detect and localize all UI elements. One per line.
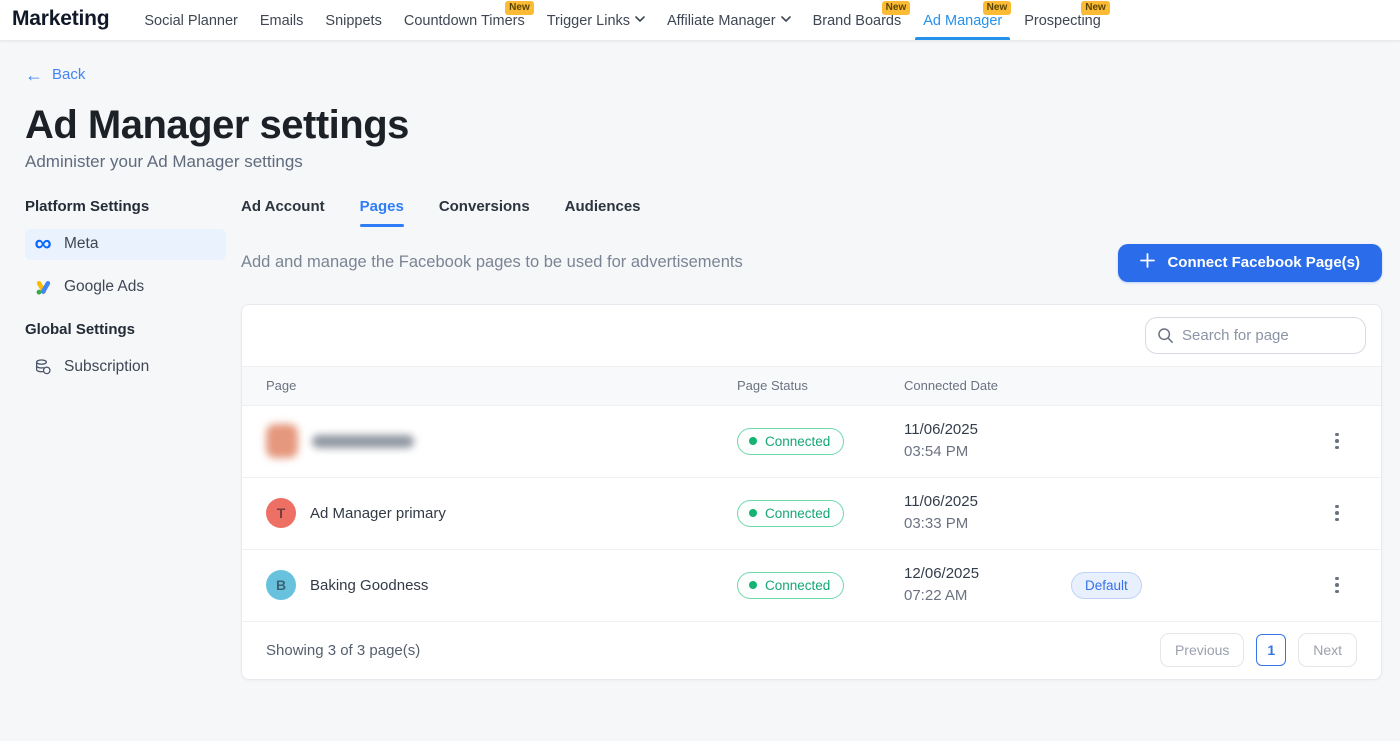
- pages-table-card: Page Page Status Connected Date Connecte…: [241, 304, 1382, 680]
- tab-description: Add and manage the Facebook pages to be …: [241, 253, 743, 272]
- tab-audiences[interactable]: Audiences: [565, 192, 641, 227]
- nav-item-affiliate-manager[interactable]: Affiliate Manager: [656, 0, 802, 40]
- page-number-button[interactable]: 1: [1256, 634, 1286, 666]
- table-header: Page Page Status Connected Date: [242, 366, 1381, 406]
- column-header-page: Page: [266, 378, 737, 393]
- tab-pages[interactable]: Pages: [360, 192, 404, 227]
- sidebar-item-label: Google Ads: [64, 278, 144, 296]
- nav-item-ad-manager[interactable]: Ad Manager New: [912, 0, 1013, 40]
- avatar: B: [266, 570, 296, 600]
- new-badge: New: [1081, 1, 1110, 15]
- settings-sidebar: Platform Settings ∞ Meta Google Ads Glob…: [25, 192, 226, 680]
- page-title: Ad Manager settings: [25, 101, 1400, 149]
- status-badge: Connected: [737, 428, 844, 455]
- coins-stack-icon: [33, 358, 53, 376]
- nav-item-snippets[interactable]: Snippets: [314, 0, 392, 40]
- status-badge: Connected: [737, 572, 844, 599]
- results-summary: Showing 3 of 3 page(s): [266, 642, 420, 659]
- default-badge: Default: [1071, 572, 1142, 599]
- tab-ad-account[interactable]: Ad Account: [241, 192, 325, 227]
- status-dot-icon: [749, 509, 757, 517]
- connect-facebook-pages-button[interactable]: Connect Facebook Page(s): [1118, 244, 1382, 282]
- new-badge: New: [882, 1, 911, 15]
- plus-icon: [1140, 253, 1155, 272]
- sidebar-item-meta[interactable]: ∞ Meta: [25, 229, 226, 260]
- pagination: Previous 1 Next: [1160, 633, 1357, 667]
- nav-item-brand-boards[interactable]: Brand Boards New: [802, 0, 913, 40]
- column-header-connected-date: Connected Date: [904, 378, 1071, 393]
- arrow-left-icon: ←: [25, 68, 43, 82]
- top-navigation: Marketing Social Planner Emails Snippets…: [0, 0, 1400, 41]
- search-input[interactable]: [1145, 317, 1366, 354]
- chevron-down-icon: [635, 11, 645, 27]
- status-dot-icon: [749, 581, 757, 589]
- table-row: Connected 11/06/2025 03:54 PM: [242, 406, 1381, 478]
- page-content: ← Back Ad Manager settings Administer yo…: [0, 41, 1400, 680]
- connected-date: 11/06/2025 03:33 PM: [904, 491, 1071, 535]
- connected-date: 12/06/2025 07:22 AM: [904, 563, 1071, 607]
- google-ads-logo-icon: [33, 279, 53, 296]
- new-badge: New: [983, 1, 1012, 15]
- sidebar-item-label: Subscription: [64, 358, 149, 376]
- avatar-blurred: [266, 424, 298, 458]
- sidebar-section-global-settings: Global Settings: [25, 321, 226, 338]
- sidebar-item-label: Meta: [64, 235, 98, 253]
- new-badge: New: [505, 1, 534, 15]
- tab-conversions[interactable]: Conversions: [439, 192, 530, 227]
- main-nav: Social Planner Emails Snippets Countdown…: [133, 0, 1111, 40]
- sidebar-item-subscription[interactable]: Subscription: [25, 352, 226, 383]
- settings-tabs: Ad Account Pages Conversions Audiences: [241, 192, 1382, 227]
- nav-item-countdown-timers[interactable]: Countdown Timers New: [393, 0, 536, 40]
- back-link[interactable]: ← Back: [25, 66, 85, 83]
- meta-logo-icon: ∞: [33, 237, 53, 251]
- nav-item-trigger-links[interactable]: Trigger Links: [536, 0, 656, 40]
- sidebar-item-google-ads[interactable]: Google Ads: [25, 272, 226, 303]
- table-row: T Ad Manager primary Connected 11/06/202…: [242, 478, 1381, 550]
- nav-item-social-planner[interactable]: Social Planner: [133, 0, 249, 40]
- previous-page-button[interactable]: Previous: [1160, 633, 1244, 667]
- row-actions-menu-button[interactable]: [1323, 427, 1351, 455]
- status-badge: Connected: [737, 500, 844, 527]
- connected-date: 11/06/2025 03:54 PM: [904, 419, 1071, 463]
- page-subtitle: Administer your Ad Manager settings: [25, 152, 1400, 172]
- column-header-page-status: Page Status: [737, 378, 904, 393]
- sidebar-section-platform-settings: Platform Settings: [25, 198, 226, 215]
- page-name: Ad Manager primary: [310, 505, 446, 522]
- status-dot-icon: [749, 437, 757, 445]
- avatar: T: [266, 498, 296, 528]
- chevron-down-icon: [781, 11, 791, 27]
- table-row: B Baking Goodness Connected 12/06/2025 0…: [242, 550, 1381, 622]
- page-name-blurred: [312, 435, 414, 448]
- nav-item-prospecting[interactable]: Prospecting New: [1013, 0, 1112, 40]
- row-actions-menu-button[interactable]: [1323, 571, 1351, 599]
- row-actions-menu-button[interactable]: [1323, 499, 1351, 527]
- nav-item-emails[interactable]: Emails: [249, 0, 315, 40]
- table-footer: Showing 3 of 3 page(s) Previous 1 Next: [242, 622, 1381, 679]
- main-panel: Ad Account Pages Conversions Audiences A…: [241, 192, 1382, 680]
- app-logo[interactable]: Marketing: [10, 7, 109, 40]
- page-search: [1145, 317, 1366, 354]
- page-name: Baking Goodness: [310, 577, 428, 594]
- next-page-button[interactable]: Next: [1298, 633, 1357, 667]
- search-icon: [1157, 327, 1174, 349]
